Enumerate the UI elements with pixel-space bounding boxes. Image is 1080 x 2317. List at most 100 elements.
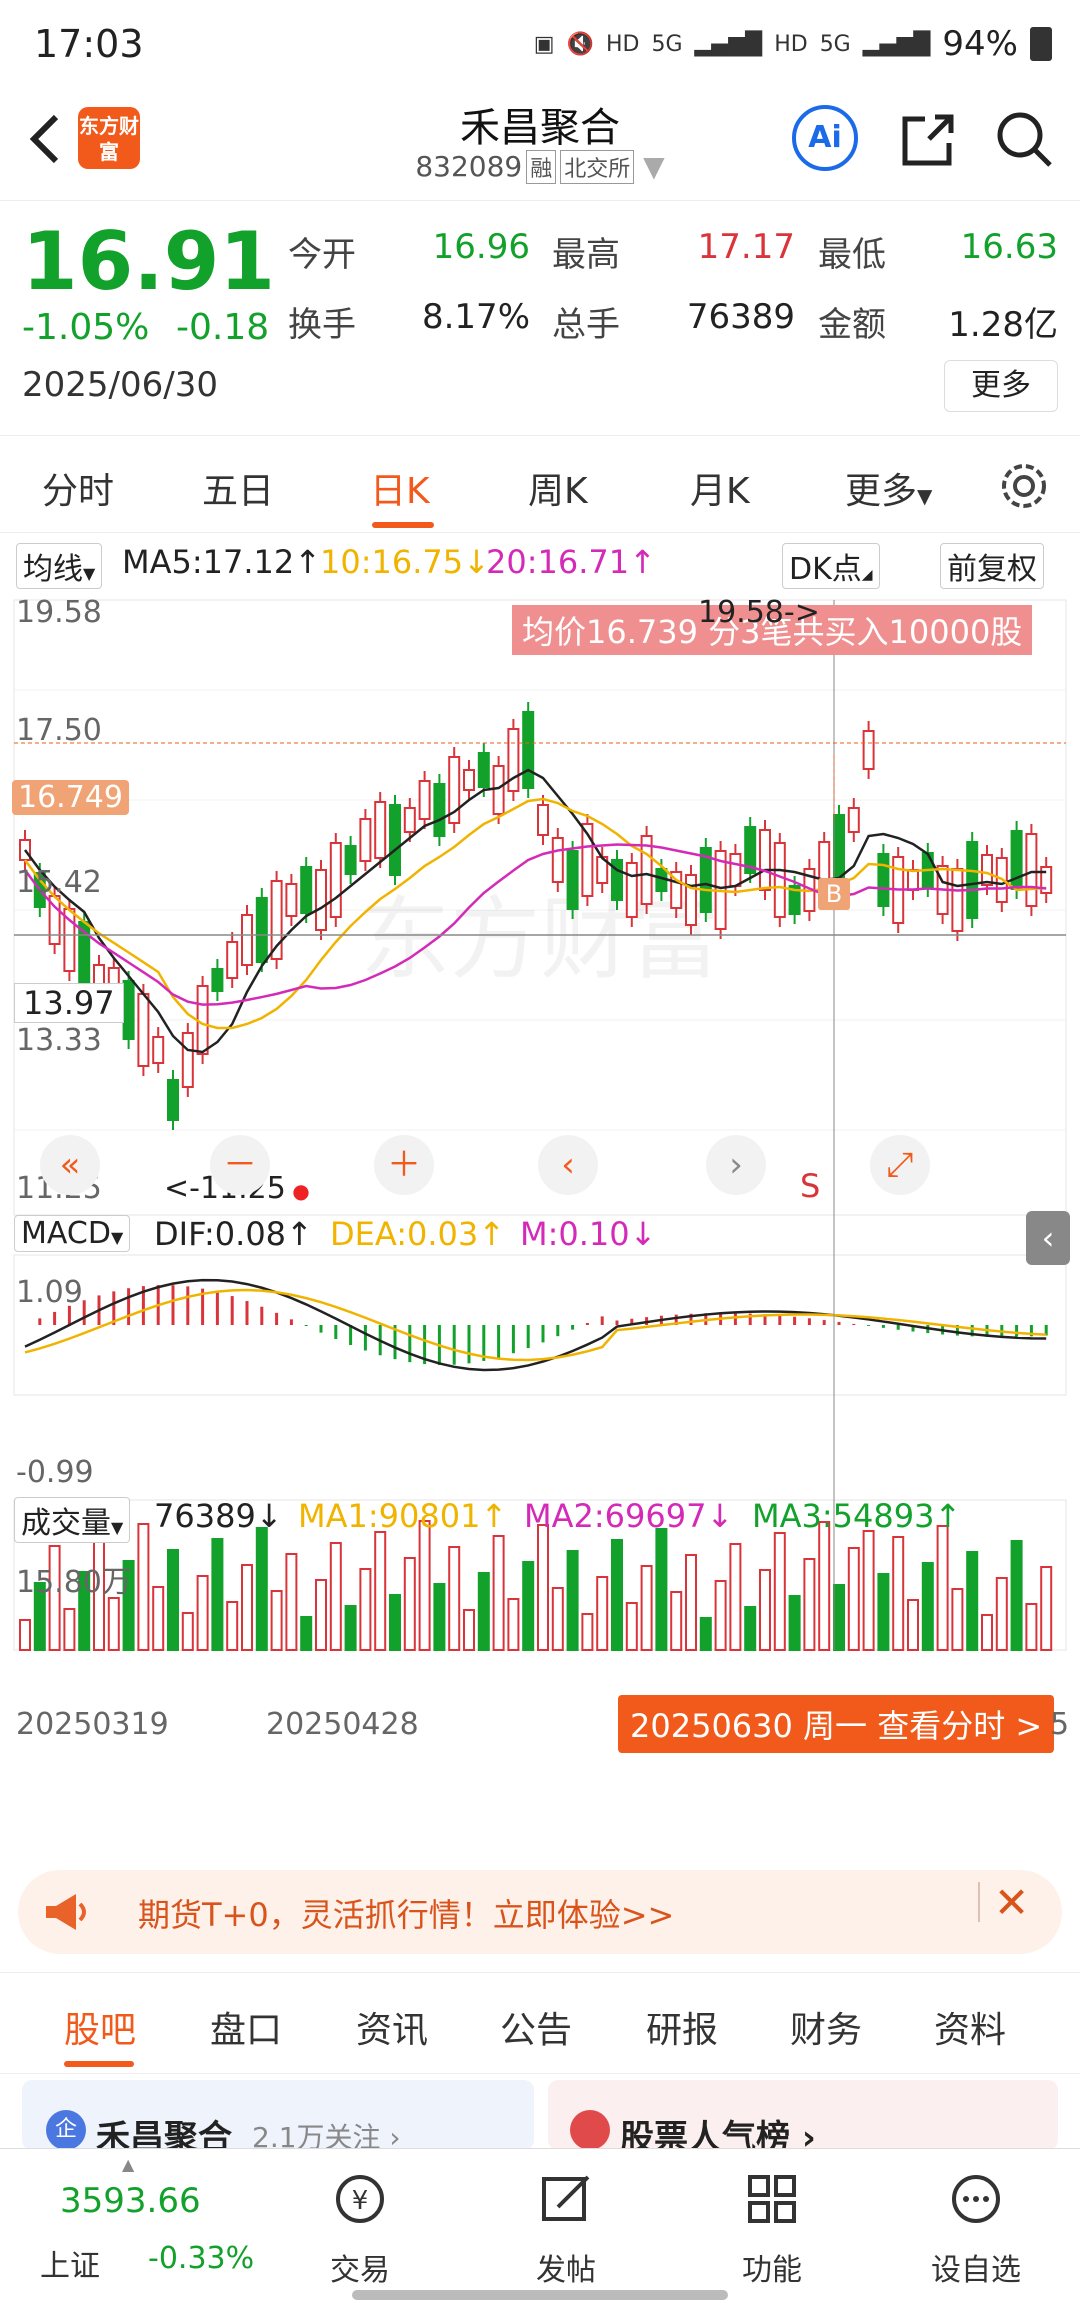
quote-panel: 16.91 -1.05% -0.18 2025/06/30 今开 16.96 最… — [0, 205, 1080, 436]
dea-line — [24, 1288, 1047, 1362]
tab-more-label: 更多 — [845, 471, 918, 512]
ai-button[interactable]: Ai — [792, 105, 858, 171]
y-label-3: 15.42 — [16, 865, 102, 900]
macd-selector[interactable]: MACD▼ — [14, 1215, 131, 1252]
index-value[interactable]: 3593.66 — [60, 2181, 201, 2221]
candle-body — [566, 850, 579, 910]
index-name: 上证 — [40, 2249, 100, 2284]
kline-chart-area[interactable]: 均线▼ MA5:17.12↑ 10:16.75↓ 20:16.71↑ DK点◢ … — [0, 535, 1080, 1855]
active-tab-indicator — [372, 522, 434, 528]
candle-body — [226, 941, 239, 979]
volume-bar — [744, 1606, 757, 1651]
scroll-left-fast-icon[interactable]: « — [40, 1135, 100, 1195]
macd-dea: DEA:0.03↑ — [330, 1215, 506, 1253]
volume-bar — [315, 1579, 327, 1651]
svg-text:¥: ¥ — [352, 2186, 369, 2216]
y-label-2: 17.50 — [16, 713, 102, 748]
volume-bar — [63, 1608, 76, 1651]
nav-trade[interactable]: ¥ 交易 — [300, 2169, 420, 2289]
search-icon[interactable] — [992, 107, 1058, 173]
more-quote-button[interactable]: 更多 — [944, 360, 1058, 412]
stock-code: 832089 — [415, 150, 523, 183]
tab-pankou[interactable]: 盘口 — [210, 2001, 282, 2053]
stock-forum-card[interactable]: 企 禾昌聚合 2.1万关注 › — [22, 2080, 534, 2158]
scroll-right-icon[interactable]: › — [706, 1135, 766, 1195]
volume-ma1: MA1:90801↑ — [298, 1497, 508, 1535]
quote-date: 2025/06/30 — [22, 365, 218, 405]
dk-label: DK点 — [789, 552, 862, 587]
tab-announcements[interactable]: 公告 — [500, 2001, 572, 2053]
caret-down-icon: ▼ — [83, 564, 96, 583]
candle-body — [862, 730, 875, 770]
candle-body — [477, 752, 490, 788]
zoom-in-icon[interactable]: ＋ — [374, 1135, 434, 1195]
volume-bar — [759, 1569, 771, 1651]
gear-icon[interactable] — [998, 460, 1050, 512]
volume-bar — [492, 1535, 505, 1651]
scroll-left-icon[interactable]: ‹ — [538, 1135, 598, 1195]
caret-down-icon: ▼ — [111, 1518, 124, 1537]
candle-body — [551, 837, 564, 883]
tab-monthly-k[interactable]: 月K — [690, 462, 750, 514]
signal-icon: ▂▄▆█ — [694, 31, 763, 57]
dropdown-icon: ▼ — [643, 150, 665, 183]
tab-daily-k[interactable]: 日K — [370, 462, 430, 514]
sell-marker[interactable]: S — [800, 1167, 820, 1205]
candle-body — [537, 804, 549, 836]
ma-selector[interactable]: 均线▼ — [16, 543, 103, 589]
volume-bar — [566, 1550, 579, 1651]
nav-post[interactable]: 发帖 — [506, 2169, 626, 2289]
volume-bar — [581, 1613, 594, 1651]
tab-finance[interactable]: 财务 — [790, 2001, 862, 2053]
share-icon[interactable] — [895, 107, 961, 173]
candle-body — [403, 807, 416, 833]
popularity-card[interactable]: 股票人气榜 › — [548, 2080, 1058, 2158]
period-tabs: 分时 五日 日K 周K 月K 更多▼ — [0, 440, 1080, 533]
nav-functions[interactable]: 功能 — [712, 2169, 832, 2289]
nav-watchlist-label: 设自选 — [931, 2253, 1021, 2288]
dk-point-button[interactable]: DK点◢ — [782, 543, 880, 589]
volume-selector[interactable]: 成交量▼ — [14, 1497, 131, 1543]
ma10-label: 10:16.75↓ — [320, 543, 490, 581]
volume-bar — [389, 1594, 401, 1651]
volume-bar — [477, 1572, 490, 1651]
volume-bars — [19, 1520, 1053, 1651]
amount-value: 1.28亿 — [948, 305, 1058, 345]
tab-guba[interactable]: 股吧 — [64, 2001, 136, 2053]
tab-five-day[interactable]: 五日 — [202, 462, 274, 514]
amount-label: 金额 — [818, 305, 886, 345]
zoom-out-icon[interactable]: － — [210, 1135, 270, 1195]
open-label: 今开 — [288, 235, 356, 275]
candle-body — [685, 874, 697, 926]
close-icon[interactable]: ✕ — [994, 1878, 1029, 1927]
nav-watchlist[interactable]: 设自选 — [916, 2169, 1036, 2289]
promo-banner[interactable]: 期货T+0，灵活抓行情！立即体验>> ✕ — [18, 1870, 1062, 1954]
view-timeshare-tip[interactable]: 20250630 周一 查看分时 > — [618, 1695, 1055, 1753]
tab-news[interactable]: 资讯 — [356, 2001, 428, 2053]
ma-selector-label: 均线 — [23, 552, 83, 587]
low-label: 最低 — [818, 235, 886, 275]
adjust-button[interactable]: 前复权 — [940, 543, 1044, 589]
y-label-4: 13.33 — [16, 1023, 102, 1058]
collapse-icon[interactable]: ‹ — [1026, 1211, 1070, 1265]
tab-weekly-k[interactable]: 周K — [528, 462, 588, 514]
candle-body — [981, 854, 993, 886]
buy-marker[interactable]: B — [818, 878, 850, 910]
corner-icon: ◢ — [861, 567, 873, 583]
volume-bar — [611, 1539, 623, 1651]
signal-label-3: HD — [774, 31, 808, 57]
fullscreen-icon[interactable]: ⤢ — [870, 1135, 930, 1195]
megaphone-icon — [46, 1894, 86, 1930]
tab-more[interactable]: 更多▼ — [845, 462, 932, 514]
exchange-tag: 北交所 — [560, 150, 635, 184]
x-label-2: 20250428 — [266, 1707, 419, 1742]
tab-profile[interactable]: 资料 — [934, 2001, 1006, 2053]
volume-bar — [862, 1530, 875, 1651]
tab-timeshare[interactable]: 分时 — [42, 462, 114, 514]
ma5-label: MA5:17.12↑ — [122, 543, 322, 581]
more-dots-icon — [952, 2175, 1000, 2223]
cursor-price-label: 13.97 — [14, 983, 124, 1023]
last-price: 16.91 — [22, 215, 276, 308]
candle-body — [329, 842, 342, 918]
tab-research[interactable]: 研报 — [646, 2001, 718, 2053]
